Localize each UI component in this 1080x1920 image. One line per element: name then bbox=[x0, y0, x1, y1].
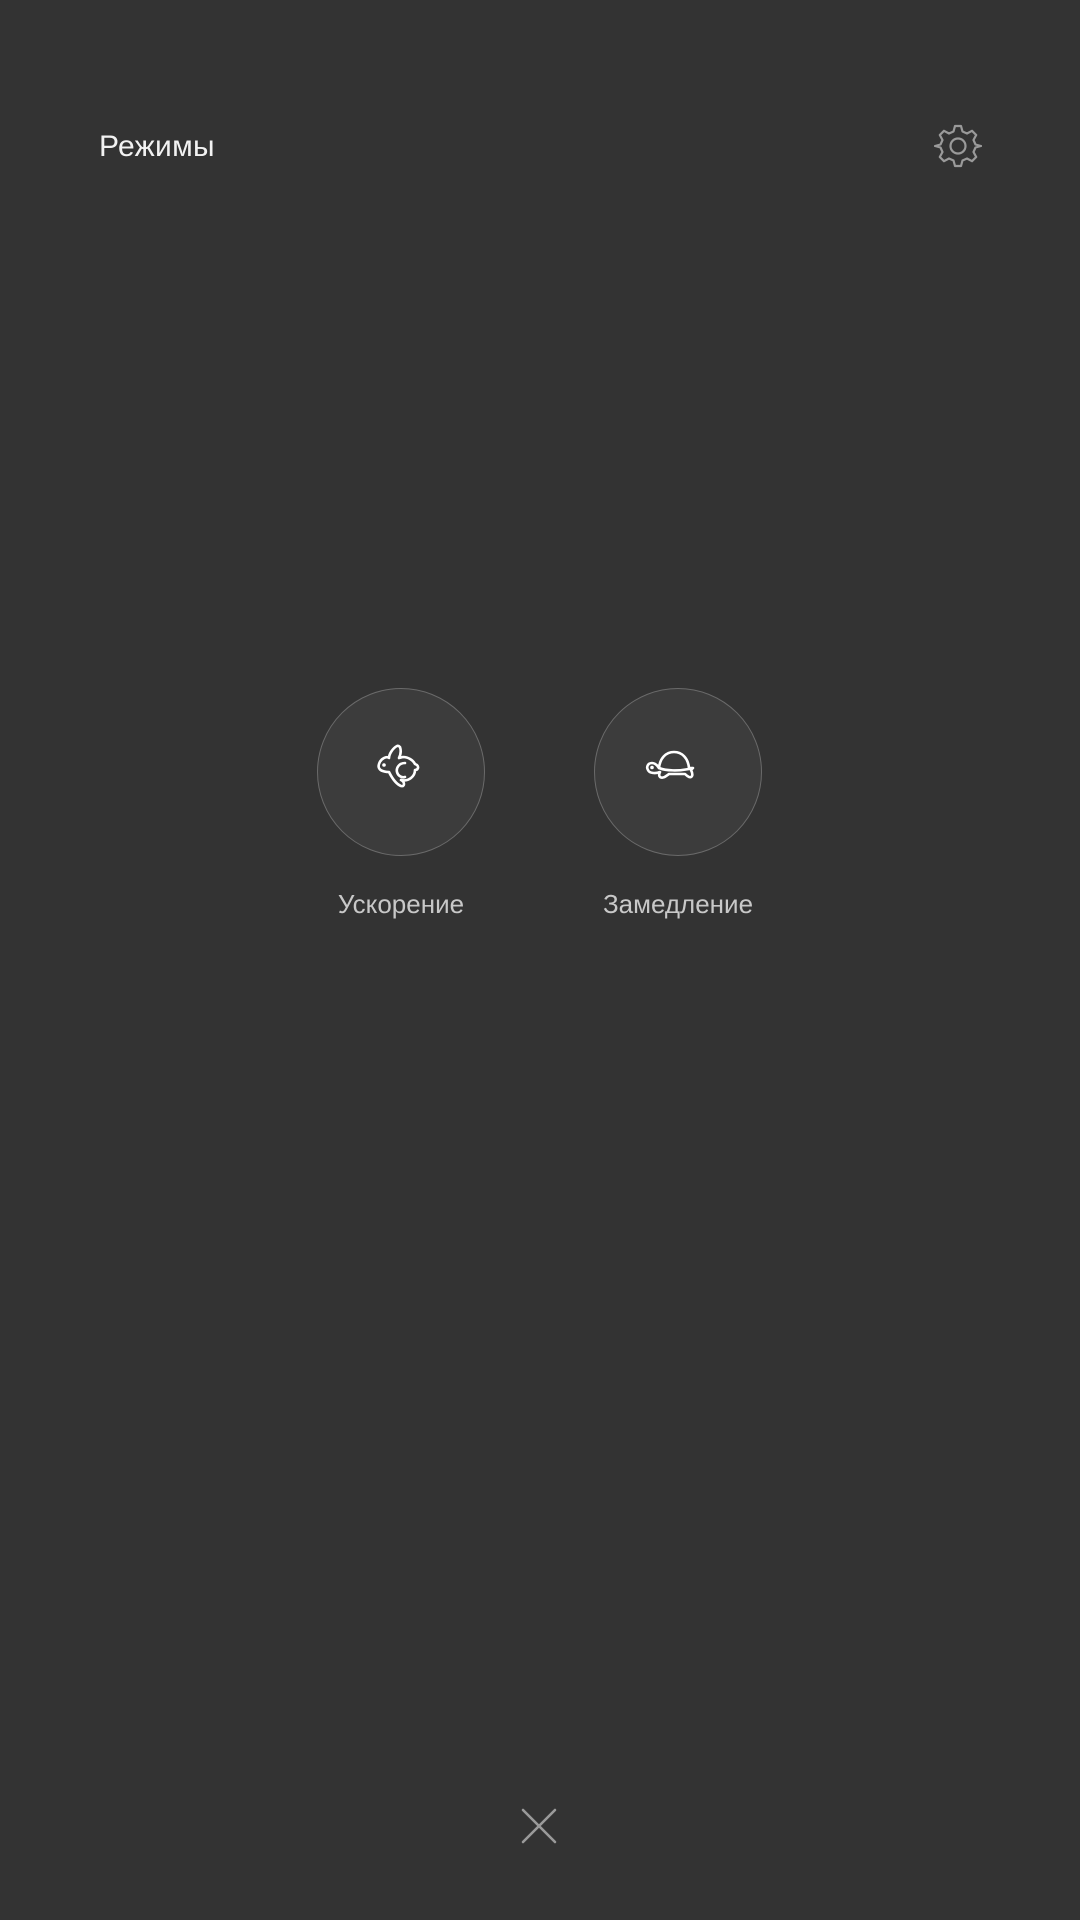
mode-speedup: Ускорение bbox=[317, 688, 485, 922]
slowdown-label: Замедление bbox=[602, 889, 754, 919]
rabbit-icon bbox=[377, 744, 420, 788]
turtle-icon bbox=[645, 750, 695, 779]
speedup-label: Ускорение bbox=[337, 889, 465, 919]
mode-slowdown: Замедление bbox=[594, 688, 762, 922]
close-button[interactable] bbox=[509, 1796, 569, 1856]
close-icon bbox=[521, 1808, 557, 1844]
page-title: Режимы bbox=[99, 130, 215, 163]
slowdown-button[interactable] bbox=[594, 688, 762, 856]
gear-icon bbox=[934, 124, 982, 168]
speedup-button[interactable] bbox=[317, 688, 485, 856]
settings-button[interactable] bbox=[928, 116, 988, 176]
